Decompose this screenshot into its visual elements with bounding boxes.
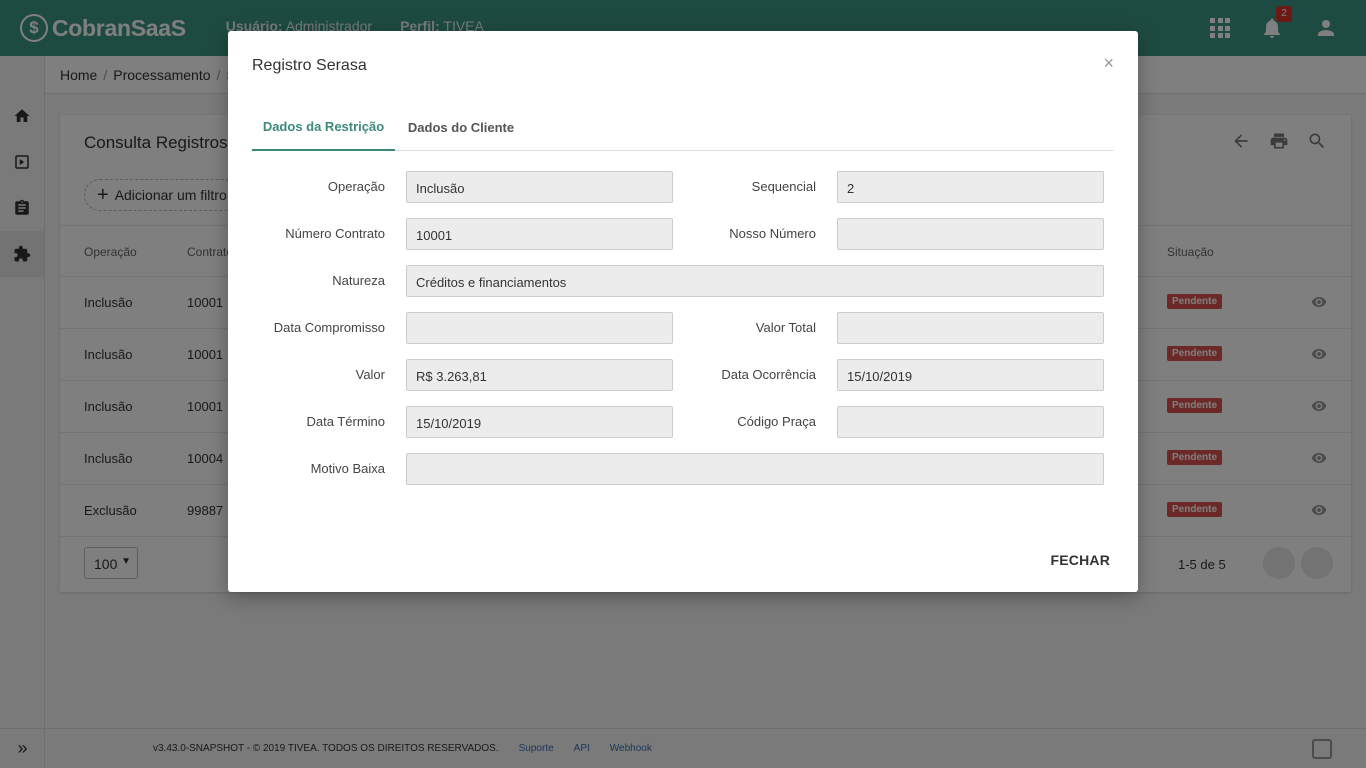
- codigo-praca-field[interactable]: [837, 406, 1104, 438]
- tab-dados-restricao[interactable]: Dados da Restrição: [252, 104, 395, 151]
- close-icon[interactable]: ×: [1103, 53, 1114, 74]
- motivo-baixa-field[interactable]: [406, 453, 1104, 485]
- label-nosso-numero: Nosso Número: [729, 226, 816, 241]
- valor-field[interactable]: R$ 3.263,81: [406, 359, 673, 391]
- natureza-field[interactable]: Créditos e financiamentos: [406, 265, 1104, 297]
- label-numero-contrato: Número Contrato: [285, 226, 385, 241]
- label-data-termino: Data Término: [306, 414, 385, 429]
- operacao-field[interactable]: Inclusão: [406, 171, 673, 203]
- label-valor-total: Valor Total: [755, 320, 816, 335]
- label-data-ocorrencia: Data Ocorrência: [721, 367, 816, 382]
- nosso-numero-field[interactable]: [837, 218, 1104, 250]
- data-ocorrencia-field[interactable]: 15/10/2019: [837, 359, 1104, 391]
- label-codigo-praca: Código Praça: [737, 414, 816, 429]
- label-operacao: Operação: [327, 179, 385, 194]
- data-termino-field[interactable]: 15/10/2019: [406, 406, 673, 438]
- tab-dados-cliente[interactable]: Dados do Cliente: [395, 104, 527, 151]
- data-compromisso-field[interactable]: [406, 312, 673, 344]
- label-data-compromisso: Data Compromisso: [273, 320, 385, 335]
- serasa-record-dialog: Registro Serasa × Dados da Restrição Dad…: [228, 31, 1138, 592]
- label-natureza: Natureza: [332, 273, 385, 288]
- close-button[interactable]: FECHAR: [1050, 552, 1110, 568]
- label-sequencial: Sequencial: [751, 179, 816, 194]
- label-motivo-baixa: Motivo Baixa: [310, 461, 385, 476]
- dialog-tabs: Dados da Restrição Dados do Cliente: [252, 104, 1114, 151]
- label-valor: Valor: [355, 367, 385, 382]
- valor-total-field[interactable]: [837, 312, 1104, 344]
- sequencial-field[interactable]: 2: [837, 171, 1104, 203]
- numero-contrato-field[interactable]: 10001: [406, 218, 673, 250]
- dialog-title: Registro Serasa: [252, 57, 367, 74]
